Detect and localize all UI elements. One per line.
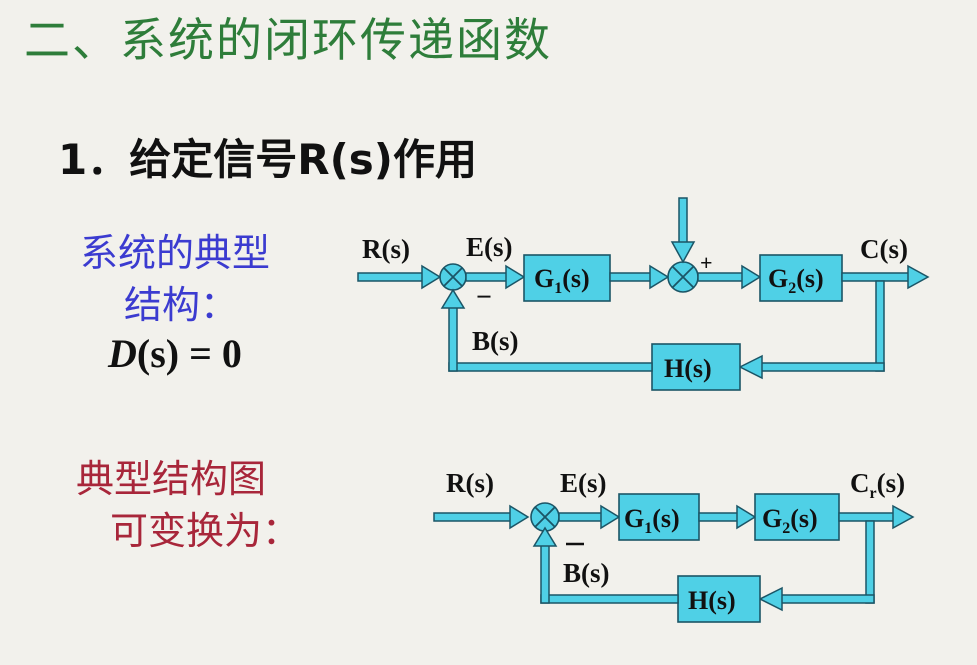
- g1-label-2: G1(s): [624, 504, 680, 537]
- g2-letter-2: G: [762, 504, 782, 533]
- output-arrow-2: [838, 504, 915, 530]
- d2-error-label: E(s): [560, 468, 607, 498]
- error-arrow-2: [558, 504, 621, 530]
- g2-letter: G: [768, 264, 788, 293]
- d2-output-main: C: [850, 468, 870, 498]
- d1-plus-sign: +: [700, 250, 713, 275]
- g2-subscript-2: 2: [782, 520, 790, 537]
- d2-output-label: Cr(s): [850, 468, 905, 502]
- disturbance-arrow: [670, 197, 696, 264]
- input-arrow-2: [433, 504, 530, 530]
- summing-junction-2: [667, 261, 699, 293]
- summing-junction-1: [439, 263, 467, 291]
- block-diagrams: .pipe { fill:#4fd0e6; stroke:#1b5566; st…: [357, 197, 930, 623]
- d1-error-label: E(s): [466, 232, 513, 262]
- d1-output-label: C(s): [860, 234, 908, 264]
- diagram-1: [357, 197, 930, 391]
- d2-output-sub: r: [870, 485, 877, 502]
- d2-input-label: R(s): [446, 468, 494, 498]
- d1-input-label: R(s): [362, 234, 410, 264]
- d2-output-tail: (s): [877, 468, 906, 498]
- g1-tail: (s): [562, 264, 589, 293]
- d2-feedback-label: B(s): [563, 558, 610, 588]
- input-arrow-1: [357, 264, 442, 290]
- g2-label-2: G2(s): [762, 504, 818, 537]
- g2-tail: (s): [796, 264, 823, 293]
- g2-label: G2(s): [768, 264, 824, 297]
- g1-to-g2-arrow: [698, 504, 757, 530]
- g1-subscript: 1: [554, 280, 562, 297]
- g1-letter: G: [534, 264, 554, 293]
- h1-label: H(s): [664, 354, 712, 383]
- g1-subscript-2: 1: [644, 520, 652, 537]
- output-arrow-1: [841, 264, 930, 290]
- g2-tail-2: (s): [790, 504, 817, 533]
- d1-feedback-label: B(s): [472, 326, 519, 356]
- g1-label: G1(s): [534, 264, 590, 297]
- g2-subscript: 2: [788, 280, 796, 297]
- h2-label: H(s): [688, 586, 736, 615]
- g1-letter-2: G: [624, 504, 644, 533]
- g1-to-sum2-arrow: [609, 264, 670, 290]
- error-arrow-1: [465, 264, 526, 290]
- d1-minus-sign: −: [476, 282, 492, 313]
- g1-tail-2: (s): [652, 504, 679, 533]
